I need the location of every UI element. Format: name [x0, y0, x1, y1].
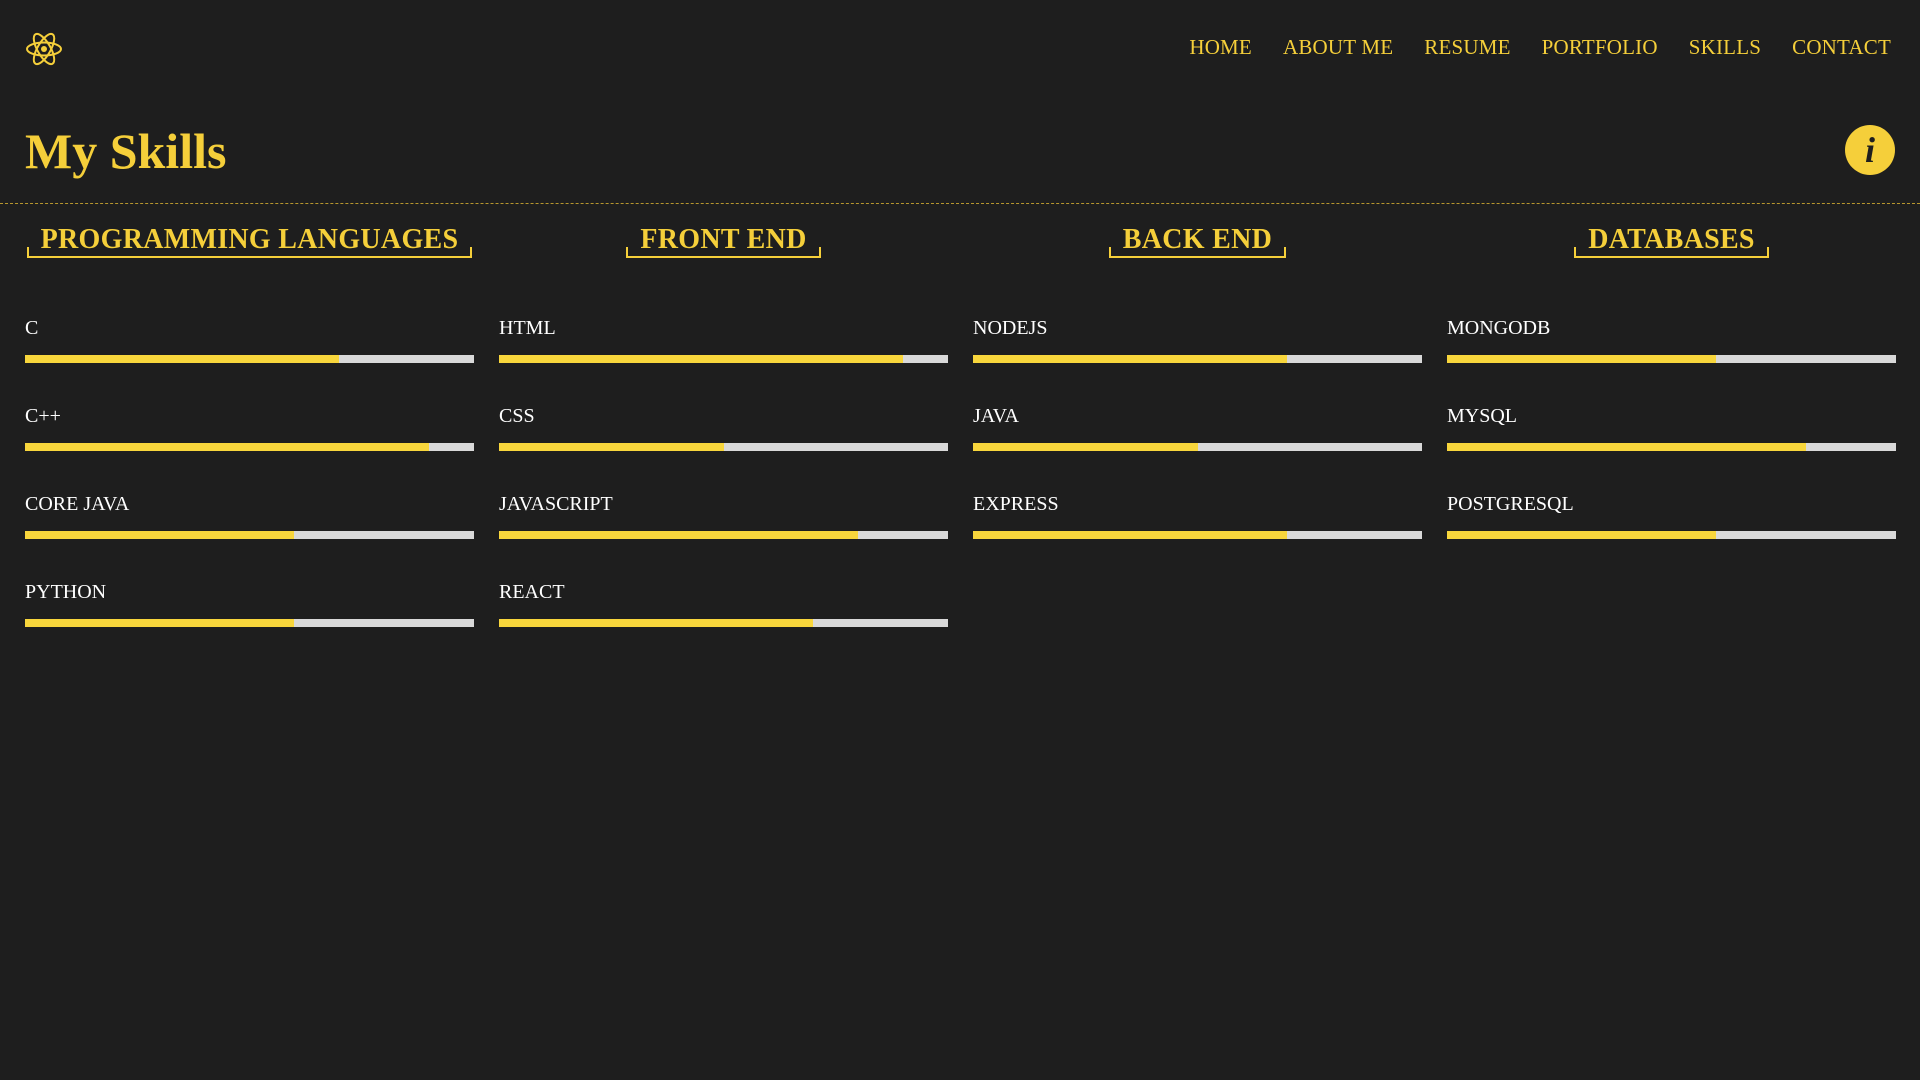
top-navbar: HOME ABOUT ME RESUME PORTFOLIO SKILLS CO… — [0, 0, 1920, 96]
skill-progress-bar — [25, 531, 474, 539]
skill-progress-fill — [499, 355, 904, 363]
nav-portfolio[interactable]: PORTFOLIO — [1542, 35, 1658, 59]
skill-progress-bar — [1447, 531, 1896, 539]
skill-progress-bar — [1447, 443, 1896, 451]
info-button[interactable]: i — [1845, 125, 1895, 175]
skill-item: EXPRESS — [973, 493, 1422, 581]
skill-name: CORE JAVA — [25, 493, 130, 515]
skill-progress-bar — [499, 619, 948, 627]
skill-name: C — [25, 317, 39, 339]
skill-category-back-end: BACK END NODEJS JAVA EXPRESS — [973, 225, 1422, 669]
skill-progress-bar — [499, 355, 948, 363]
skill-category-databases: DATABASES MONGODB MYSQL POSTGRESQL — [1447, 225, 1896, 669]
skill-item: JAVA — [973, 405, 1422, 493]
skill-progress-fill — [499, 531, 859, 539]
nav-contact[interactable]: CONTACT — [1792, 35, 1891, 59]
skill-name: NODEJS — [973, 317, 1048, 339]
skill-progress-bar — [973, 443, 1422, 451]
category-title: PROGRAMMING LANGUAGES — [26, 225, 473, 258]
skill-progress-bar — [25, 619, 474, 627]
skill-progress-fill — [973, 531, 1288, 539]
page-title: My Skills — [25, 123, 227, 179]
skill-name: EXPRESS — [973, 493, 1059, 515]
info-icon: i — [1864, 130, 1875, 170]
skill-item: POSTGRESQL — [1447, 493, 1896, 581]
skill-progress-fill — [25, 619, 295, 627]
atom-icon[interactable] — [24, 29, 64, 69]
skill-progress-bar — [973, 531, 1422, 539]
category-title: DATABASES — [1574, 225, 1769, 258]
skill-name: CSS — [499, 405, 535, 427]
skill-progress-fill — [973, 355, 1288, 363]
skill-progress-fill — [973, 443, 1198, 451]
nav-about-me[interactable]: ABOUT ME — [1283, 35, 1393, 59]
category-title: FRONT END — [626, 225, 821, 258]
skill-progress-bar — [1447, 355, 1896, 363]
skill-progress-bar — [25, 355, 474, 363]
skill-item: C — [25, 317, 474, 405]
skill-progress-bar — [25, 443, 474, 451]
nav-resume[interactable]: RESUME — [1424, 35, 1510, 59]
skills-columns: PROGRAMMING LANGUAGES C C++ CORE JAVA PY… — [25, 225, 1896, 669]
skill-name: POSTGRESQL — [1447, 493, 1574, 515]
skill-category-programming-languages: PROGRAMMING LANGUAGES C C++ CORE JAVA PY… — [25, 225, 474, 669]
skill-progress-bar — [499, 443, 948, 451]
skills-page: HOME ABOUT ME RESUME PORTFOLIO SKILLS CO… — [0, 0, 1920, 1080]
skill-name: JAVA — [973, 405, 1019, 427]
skill-name: C++ — [25, 405, 61, 427]
skill-item: C++ — [25, 405, 474, 493]
skill-progress-fill — [499, 443, 724, 451]
skill-item: CORE JAVA — [25, 493, 474, 581]
skill-item: MONGODB — [1447, 317, 1896, 405]
skill-name: REACT — [499, 581, 565, 603]
skill-item: NODEJS — [973, 317, 1422, 405]
skill-progress-fill — [25, 531, 295, 539]
skill-progress-fill — [1447, 531, 1717, 539]
skill-name: JAVASCRIPT — [499, 493, 613, 515]
skill-progress-fill — [25, 355, 340, 363]
skill-item: HTML — [499, 317, 948, 405]
nav-home[interactable]: HOME — [1189, 35, 1252, 59]
skill-progress-bar — [973, 355, 1422, 363]
skill-item: REACT — [499, 581, 948, 669]
header-divider — [0, 203, 1920, 204]
skill-item: JAVASCRIPT — [499, 493, 948, 581]
skill-name: MONGODB — [1447, 317, 1551, 339]
skill-name: MYSQL — [1447, 405, 1518, 427]
skill-item: CSS — [499, 405, 948, 493]
nav-skills[interactable]: SKILLS — [1689, 35, 1761, 59]
category-title: BACK END — [1108, 225, 1287, 258]
skill-progress-fill — [1447, 355, 1717, 363]
skill-progress-fill — [499, 619, 814, 627]
skill-name: PYTHON — [25, 581, 107, 603]
skill-item: PYTHON — [25, 581, 474, 669]
skill-category-front-end: FRONT END HTML CSS JAVASCRIPT REACT — [499, 225, 948, 669]
skill-progress-fill — [25, 443, 430, 451]
skill-item: MYSQL — [1447, 405, 1896, 493]
skill-name: HTML — [499, 317, 556, 339]
skill-progress-fill — [1447, 443, 1807, 451]
skill-progress-bar — [499, 531, 948, 539]
main-nav: HOME ABOUT ME RESUME PORTFOLIO SKILLS CO… — [1189, 35, 1891, 60]
